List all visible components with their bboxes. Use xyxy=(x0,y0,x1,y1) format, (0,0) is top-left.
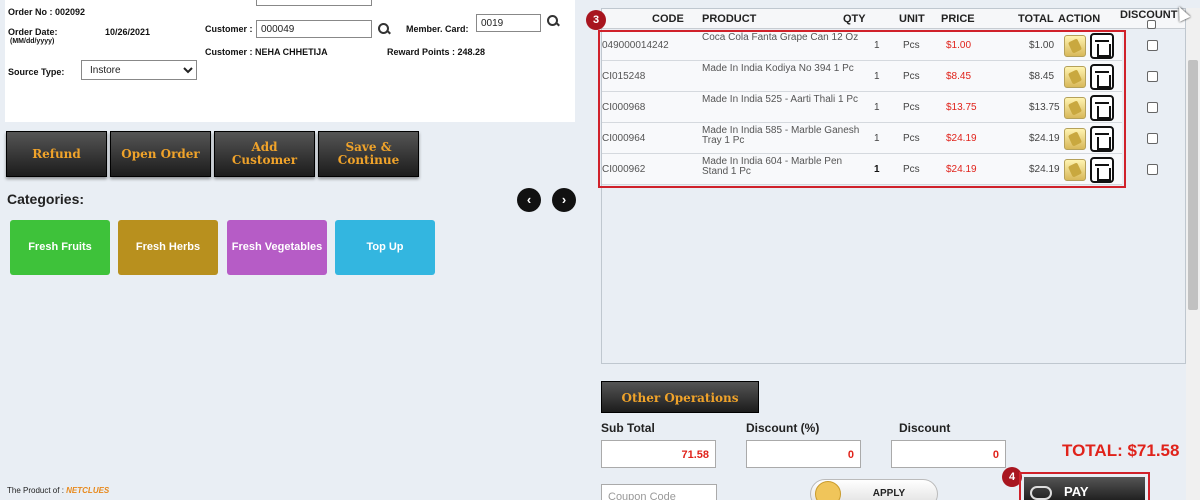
categories-title: Categories: xyxy=(7,191,85,207)
discount-label: Discount xyxy=(899,421,951,435)
grand-total: TOTAL: $71.58 xyxy=(1062,441,1180,460)
source-type-label: Source Type: xyxy=(8,67,65,77)
scrollbar-thumb[interactable] xyxy=(1188,60,1198,310)
row-discount-checkbox[interactable] xyxy=(1147,40,1158,51)
order-info-panel: Order No : 002092 Order Date: (MM/dd/yyy… xyxy=(5,0,575,122)
categories-next-button[interactable]: › xyxy=(552,188,576,212)
coupon-icon xyxy=(815,481,841,500)
order-date-value: 10/26/2021 xyxy=(105,27,151,37)
header-unit: UNIT xyxy=(899,13,925,25)
discount-percent-field[interactable]: 0 xyxy=(746,440,861,468)
sub-total-label: Sub Total xyxy=(601,421,655,435)
coupon-code-input[interactable]: Coupon Code xyxy=(601,484,717,500)
row-discount-checkbox[interactable] xyxy=(1147,133,1158,144)
row-discount-checkbox[interactable] xyxy=(1147,71,1158,82)
categories-prev-button[interactable]: ‹ xyxy=(517,188,541,212)
cart-items-highlight xyxy=(598,30,1126,188)
customer-input[interactable] xyxy=(256,20,372,38)
header-product: PRODUCT xyxy=(702,13,757,25)
add-customer-label-line2: Customer xyxy=(231,153,298,167)
header-action: ACTION xyxy=(1058,13,1101,25)
customer-name: Customer : NEHA CHHETIJA xyxy=(205,47,328,57)
cart-header: CODE PRODUCT QTY UNIT PRICE TOTAL ACTION… xyxy=(602,9,1185,29)
discount-percent-label: Discount (%) xyxy=(746,421,820,435)
customer-label: Customer : xyxy=(205,24,253,34)
step-badge-3: 3 xyxy=(586,10,606,30)
order-date-hint: (MM/dd/yyyy) xyxy=(10,38,55,45)
category-fresh-herbs[interactable]: Fresh Herbs xyxy=(118,220,218,275)
order-number: Order No : 002092 xyxy=(8,7,86,17)
add-customer-button[interactable]: Add Customer xyxy=(214,131,315,177)
discount-field[interactable]: 0 xyxy=(891,440,1006,468)
source-type-select[interactable]: Instore xyxy=(81,60,197,80)
row-discount-checkbox[interactable] xyxy=(1147,164,1158,175)
header-qty: QTY xyxy=(843,13,866,25)
refund-button[interactable]: Refund xyxy=(6,131,107,177)
customer-search-icon[interactable] xyxy=(377,22,391,36)
pay-icon xyxy=(1030,486,1052,500)
category-fresh-fruits[interactable]: Fresh Fruits xyxy=(10,220,110,275)
discount-select-all-checkbox[interactable] xyxy=(1147,20,1156,29)
footer-credit: The Product of : NETCLUES xyxy=(7,486,109,495)
category-fresh-vegetables[interactable]: Fresh Vegetables xyxy=(227,220,327,275)
save-continue-label-line2: Continue xyxy=(337,153,400,167)
row-discount-checkbox[interactable] xyxy=(1147,102,1158,113)
brand-logo: NETCLUES xyxy=(66,486,110,495)
header-total: TOTAL xyxy=(1018,13,1054,25)
other-operations-button[interactable]: Other Operations xyxy=(601,381,759,413)
member-card-label: Member. Card: xyxy=(406,24,469,34)
top-input-stub[interactable] xyxy=(256,0,372,6)
header-code: CODE xyxy=(652,13,684,25)
order-date-label: Order Date: xyxy=(8,27,58,37)
save-continue-button[interactable]: Save & Continue xyxy=(318,131,419,177)
footer-text: The Product of : xyxy=(7,486,64,495)
member-card-input[interactable] xyxy=(476,14,541,32)
reward-points: Reward Points : 248.28 xyxy=(387,47,486,57)
sub-total-field: 71.58 xyxy=(601,440,716,468)
header-price: PRICE xyxy=(941,13,975,25)
category-top-up[interactable]: Top Up xyxy=(335,220,435,275)
member-card-search-icon[interactable] xyxy=(546,14,560,28)
open-order-button[interactable]: Open Order xyxy=(110,131,211,177)
